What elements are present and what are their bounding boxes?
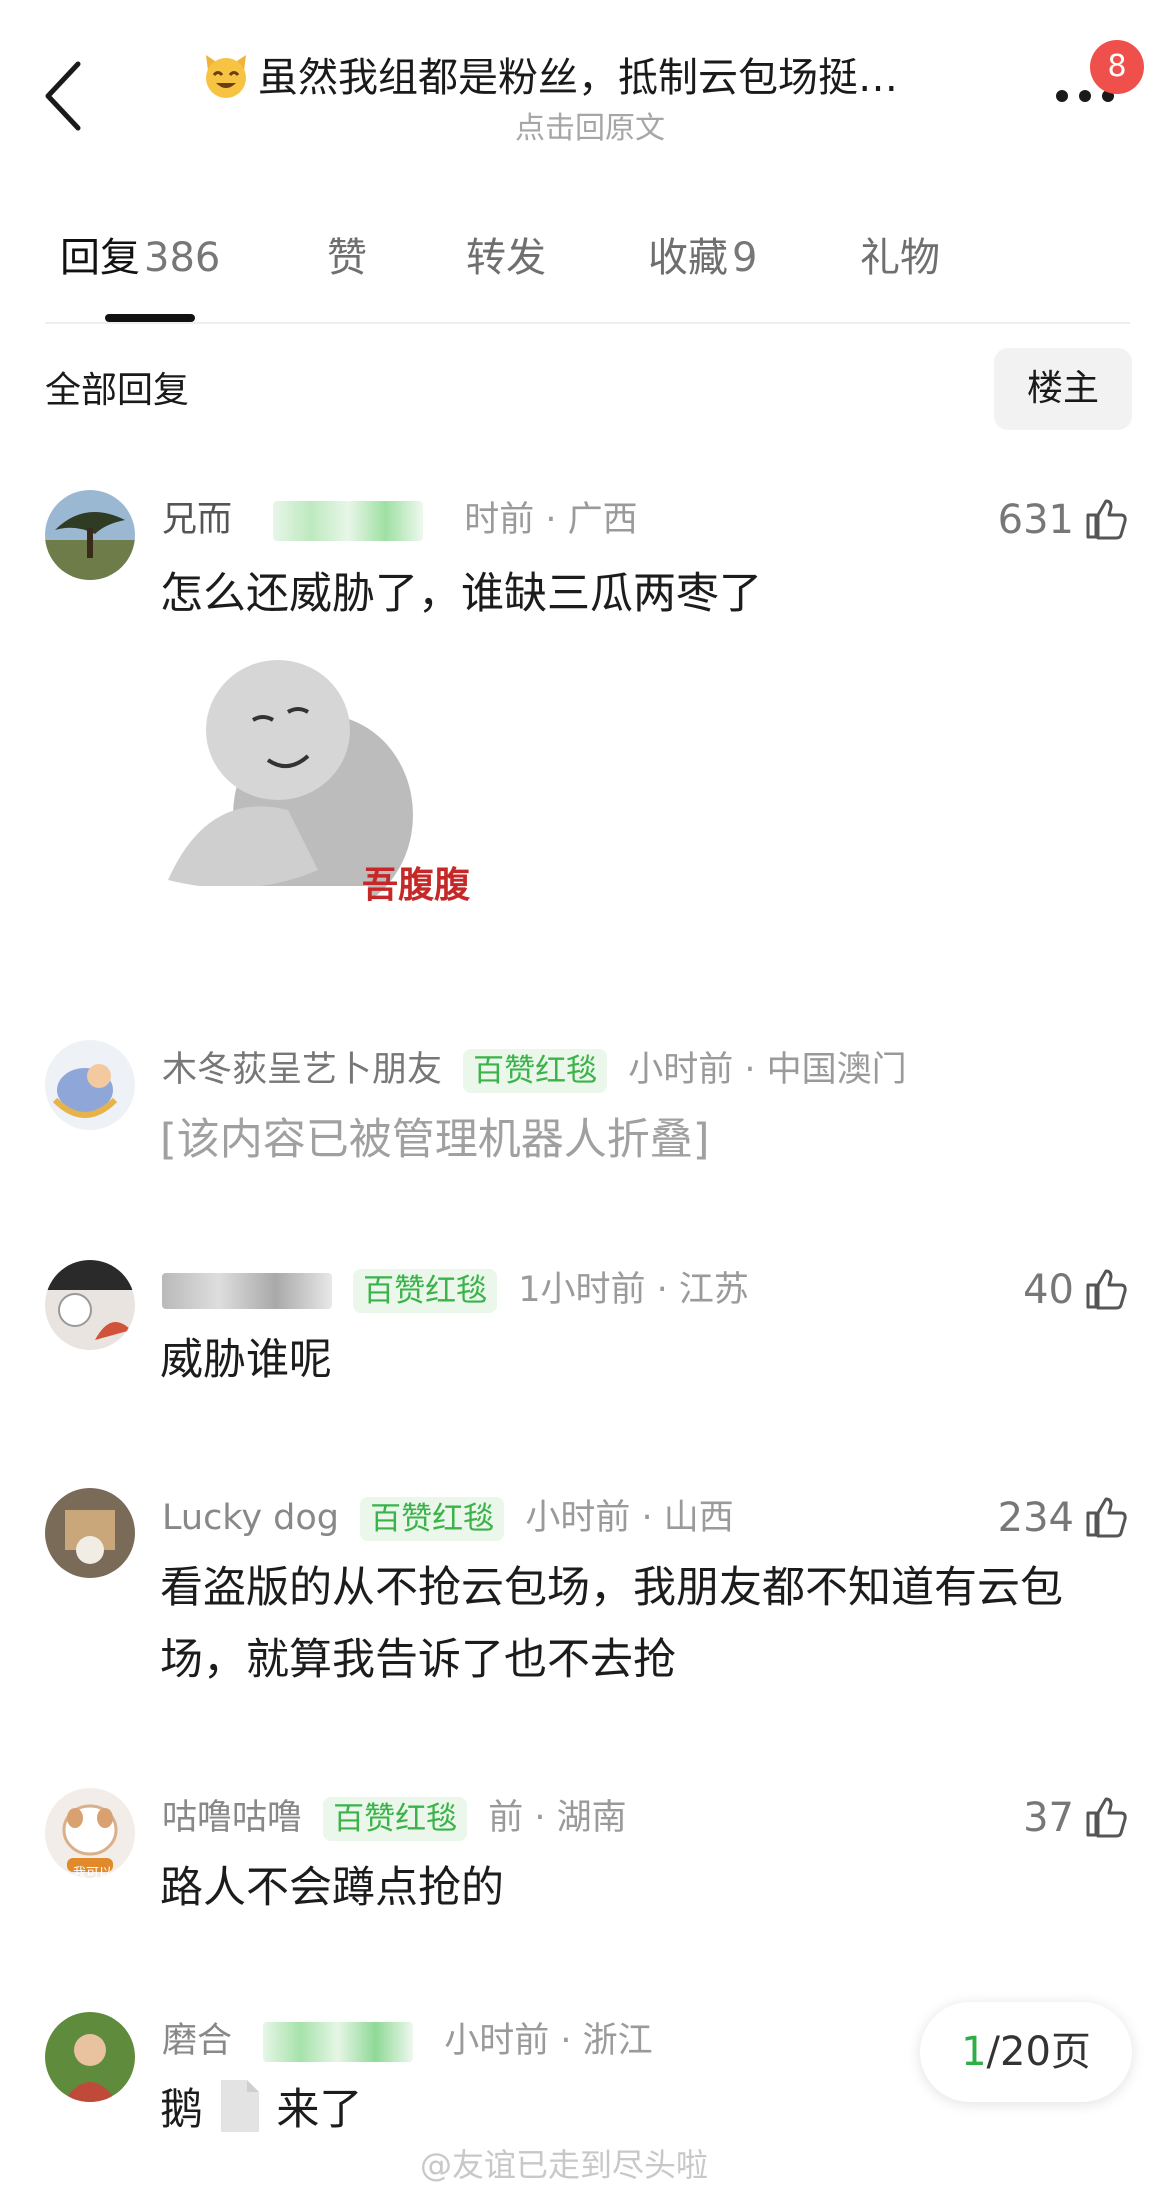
avatar[interactable] [45, 2012, 135, 2102]
username[interactable]: 咕噜咕噜 [162, 1798, 302, 1838]
comment-meta: 磨合 小时前 · 浙江 [162, 2016, 653, 2066]
comment-item: Lucky dog 百赞红毯 小时前 · 山西 234 看盗版的从不抢云包场，我… [0, 1478, 1170, 1708]
comment-text: 鹅 来了 [160, 2074, 860, 2146]
like-count: 40 [1023, 1267, 1074, 1313]
current-page: 1 [961, 2029, 987, 2075]
username[interactable]: 兄而 [162, 500, 232, 540]
badge-tag: 百赞红毯 [323, 1797, 468, 1841]
cat-emoji-icon [206, 55, 246, 98]
document-icon [220, 2080, 259, 2132]
avatar[interactable] [45, 1040, 135, 1130]
comment-meta: Lucky dog 百赞红毯 小时前 · 山西 [162, 1493, 734, 1543]
avatar[interactable] [45, 1488, 135, 1578]
comment-text: 怎么还威胁了，谁缺三瓜两枣了 [160, 569, 762, 619]
blurred-username [162, 1273, 332, 1309]
comment-time-location: 时前 · 广西 [464, 500, 638, 540]
comment-text-part: 来了 [276, 2085, 363, 2135]
comment-time-location: 小时前 · 中国澳门 [628, 1050, 907, 1090]
tab-count: 386 [144, 235, 221, 281]
comment-item: 百赞红毯 1小时前 · 江苏 40 威胁谁呢 [0, 1250, 1170, 1400]
tab-likes[interactable]: 赞 [327, 228, 367, 288]
comment-item: 我可以 咕噜咕噜 百赞红毯 前 · 湖南 37 路人不会蹲点抢的 [0, 1778, 1170, 1928]
page-unit: 页 [1050, 2029, 1091, 2075]
like-count: 631 [997, 497, 1074, 543]
avatar[interactable] [45, 1260, 135, 1350]
comment-text-part: 鹅 [160, 2085, 203, 2135]
badge-tag: 百赞红毯 [360, 1497, 505, 1541]
comment-time-location: 小时前 · 浙江 [444, 2021, 653, 2061]
tab-divider [45, 322, 1130, 324]
like-button[interactable]: 234 [960, 1488, 1130, 1548]
thumbs-up-icon [1086, 1497, 1127, 1538]
comment-item: 兄而 时前 · 广西 631 怎么还威胁了，谁缺三瓜两枣了 吾腹腹 [0, 480, 1170, 950]
sticker-caption: 吾腹腹 [362, 865, 471, 906]
badge-tag: 百赞红毯 [463, 1049, 608, 1093]
username[interactable]: 磨合 [162, 2021, 232, 2061]
thumbs-up-icon [1086, 499, 1127, 540]
tab-reposts[interactable]: 转发 [466, 228, 546, 288]
title-text: 虽然我组都是粉丝，抵制云包场挺… [258, 55, 898, 101]
back-to-original-link[interactable]: 点击回原文 [420, 103, 760, 147]
total-pages: /20 [986, 2029, 1051, 2075]
page-indicator-button[interactable]: 1/20页 [920, 2002, 1132, 2102]
tab-gifts[interactable]: 礼物 [860, 228, 940, 288]
back-icon[interactable] [40, 56, 90, 136]
tab-label: 赞 [327, 235, 367, 281]
like-count: 234 [997, 1495, 1074, 1541]
watermark: @友谊已走到尽头啦 [420, 2146, 709, 2184]
comment-time-location: 1小时前 · 江苏 [518, 1270, 749, 1310]
tab-favorites[interactable]: 收藏 9 [648, 228, 757, 288]
avatar-caption: 我可以 [73, 1866, 113, 1881]
like-button[interactable]: 631 [960, 490, 1130, 550]
all-replies-filter[interactable]: 全部回复 [45, 366, 189, 416]
comment-item: 木冬荻呈艺卜朋友 百赞红毯 小时前 · 中国澳门 [该内容已被管理机器人折叠] [0, 1030, 1170, 1180]
comment-time-location: 小时前 · 山西 [525, 1498, 734, 1538]
tab-count: 9 [732, 235, 758, 281]
notification-badge: 8 [1090, 40, 1144, 94]
comment-text: 威胁谁呢 [160, 1335, 332, 1385]
op-only-button[interactable]: 楼主 [994, 348, 1132, 430]
active-tab-indicator [105, 314, 195, 322]
username[interactable]: Lucky dog [162, 1498, 339, 1538]
username[interactable]: 木冬荻呈艺卜朋友 [162, 1050, 442, 1090]
thumbs-up-icon [1086, 1269, 1127, 1310]
tab-label: 回复 [60, 235, 140, 281]
comment-text: 路人不会蹲点抢的 [160, 1863, 504, 1913]
comment-meta: 木冬荻呈艺卜朋友 百赞红毯 小时前 · 中国澳门 [162, 1045, 907, 1095]
thumbs-up-icon [1086, 1797, 1127, 1838]
tab-label: 转发 [466, 235, 546, 281]
folded-comment-text: [该内容已被管理机器人折叠] [160, 1115, 710, 1165]
comment-meta: 咕噜咕噜 百赞红毯 前 · 湖南 [162, 1793, 627, 1843]
blurred-badge [263, 2022, 414, 2062]
tab-replies[interactable]: 回复 386 [60, 228, 220, 288]
page-title: 虽然我组都是粉丝，抵制云包场挺… [200, 48, 990, 108]
comment-meta: 百赞红毯 1小时前 · 江苏 [162, 1265, 749, 1315]
like-button[interactable]: 37 [960, 1788, 1130, 1848]
badge-tag: 百赞红毯 [353, 1269, 498, 1313]
avatar[interactable] [45, 490, 135, 580]
comment-meta: 兄而 时前 · 广西 [162, 495, 638, 545]
like-count: 37 [1023, 1795, 1074, 1841]
comment-time-location: 前 · 湖南 [488, 1798, 627, 1838]
tab-label: 收藏 [648, 235, 728, 281]
blurred-badge [273, 501, 424, 541]
tab-label: 礼物 [860, 235, 940, 281]
comment-text: 看盗版的从不抢云包场，我朋友都不知道有云包场，就算我告诉了也不去抢 [160, 1563, 1063, 1685]
like-button[interactable]: 40 [960, 1260, 1130, 1320]
